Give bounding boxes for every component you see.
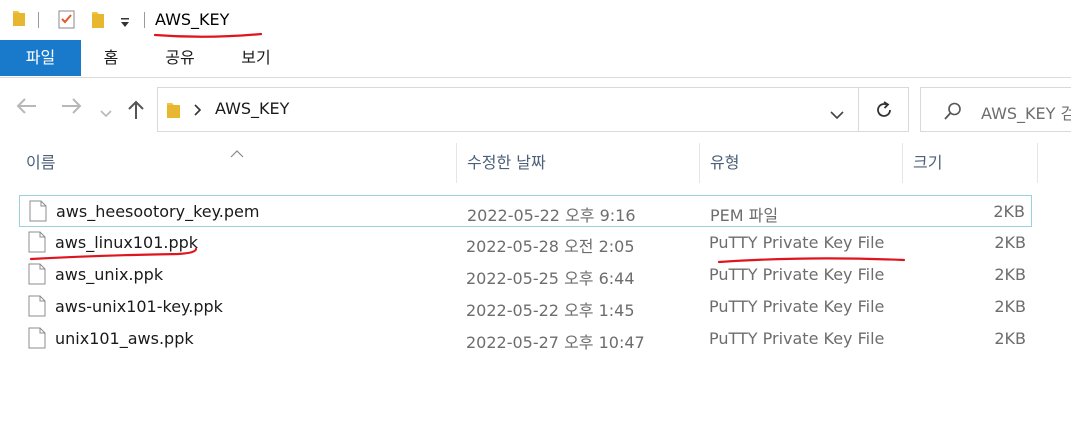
file-date: 2022-05-22 오후 1:45	[466, 301, 635, 320]
address-bar[interactable]: AWS_KEY	[157, 87, 859, 132]
file-icon	[28, 263, 46, 289]
file-name[interactable]: aws-unix101-key.ppk	[55, 297, 223, 316]
file-size: 2KB	[994, 233, 1026, 252]
search-icon	[943, 101, 963, 125]
ribbon-tabs: 파일 홈 공유 보기	[0, 40, 1071, 78]
file-name[interactable]: aws_linux101.ppk	[55, 233, 198, 252]
breadcrumb-chevron-icon[interactable]	[193, 102, 203, 121]
file-date: 2022-05-22 오후 9:16	[467, 206, 636, 225]
file-type: PuTTY Private Key File	[709, 265, 885, 284]
title-bar: AWS_KEY	[0, 0, 1071, 40]
file-size: 2KB	[994, 329, 1026, 348]
file-size: 2KB	[994, 265, 1026, 284]
column-header-name[interactable]: 이름	[26, 143, 55, 183]
file-type: PuTTY Private Key File	[709, 329, 885, 348]
file-row[interactable]: aws_unix.ppk 2022-05-25 오후 6:44 PuTTY Pr…	[19, 259, 1032, 291]
window-title: AWS_KEY	[155, 10, 230, 29]
file-date: 2022-05-27 오후 10:47	[466, 333, 645, 352]
column-divider[interactable]	[1037, 143, 1038, 183]
sort-ascending-icon	[230, 143, 244, 162]
file-row[interactable]: aws-unix101-key.ppk 2022-05-22 오후 1:45 P…	[19, 291, 1032, 323]
search-box[interactable]: AWS_KEY 검	[920, 87, 1071, 132]
file-row[interactable]: aws_heesootory_key.pem 2022-05-22 오후 9:1…	[19, 195, 1032, 227]
column-header-size[interactable]: 크기	[913, 143, 942, 183]
back-arrow-icon[interactable]	[16, 96, 38, 120]
tab-file[interactable]: 파일	[0, 40, 81, 76]
file-date: 2022-05-28 오전 2:05	[466, 237, 635, 256]
refresh-icon	[874, 100, 894, 124]
column-divider[interactable]	[902, 143, 903, 183]
address-dropdown-chevron-icon[interactable]	[830, 105, 844, 124]
recent-locations-chevron-icon[interactable]	[100, 100, 112, 124]
annotation-underline	[153, 32, 263, 38]
file-type: PuTTY Private Key File	[709, 297, 885, 316]
toolbar-separator	[38, 12, 39, 28]
tab-view[interactable]: 보기	[228, 40, 284, 76]
file-size: 2KB	[994, 297, 1026, 316]
file-name[interactable]: unix101_aws.ppk	[55, 329, 194, 348]
refresh-button[interactable]	[859, 87, 909, 132]
breadcrumb-path[interactable]: AWS_KEY	[215, 99, 289, 118]
tab-home[interactable]: 홈	[92, 40, 130, 76]
file-type: PuTTY Private Key File	[709, 233, 885, 252]
column-header-date[interactable]: 수정한 날짜	[467, 143, 546, 183]
properties-icon[interactable]	[58, 9, 76, 33]
file-row[interactable]: aws_linux101.ppk 2022-05-28 오전 2:05 PuTT…	[19, 227, 1032, 259]
toolbar-separator	[144, 12, 145, 28]
forward-arrow-icon[interactable]	[60, 96, 82, 120]
folder-icon	[166, 100, 182, 124]
file-type: PEM 파일	[710, 206, 779, 225]
up-arrow-icon[interactable]	[126, 100, 146, 125]
file-date: 2022-05-25 오후 6:44	[466, 269, 635, 288]
file-icon	[28, 295, 46, 321]
file-size: 2KB	[993, 202, 1025, 221]
file-name[interactable]: aws_unix.ppk	[55, 265, 163, 284]
folder-icon	[12, 9, 26, 31]
column-header-type[interactable]: 유형	[710, 143, 739, 183]
search-input[interactable]: AWS_KEY 검	[981, 100, 1071, 124]
file-icon	[28, 231, 46, 257]
column-divider[interactable]	[699, 143, 700, 183]
new-folder-icon[interactable]	[90, 9, 106, 33]
file-icon	[28, 327, 46, 353]
file-row[interactable]: unix101_aws.ppk 2022-05-27 오후 10:47 PuTT…	[19, 323, 1032, 355]
column-divider[interactable]	[456, 143, 457, 183]
customize-toolbar-dropdown-icon[interactable]	[120, 14, 130, 33]
tab-share[interactable]: 공유	[152, 40, 208, 76]
file-name[interactable]: aws_heesootory_key.pem	[56, 202, 259, 221]
file-icon	[29, 200, 47, 226]
